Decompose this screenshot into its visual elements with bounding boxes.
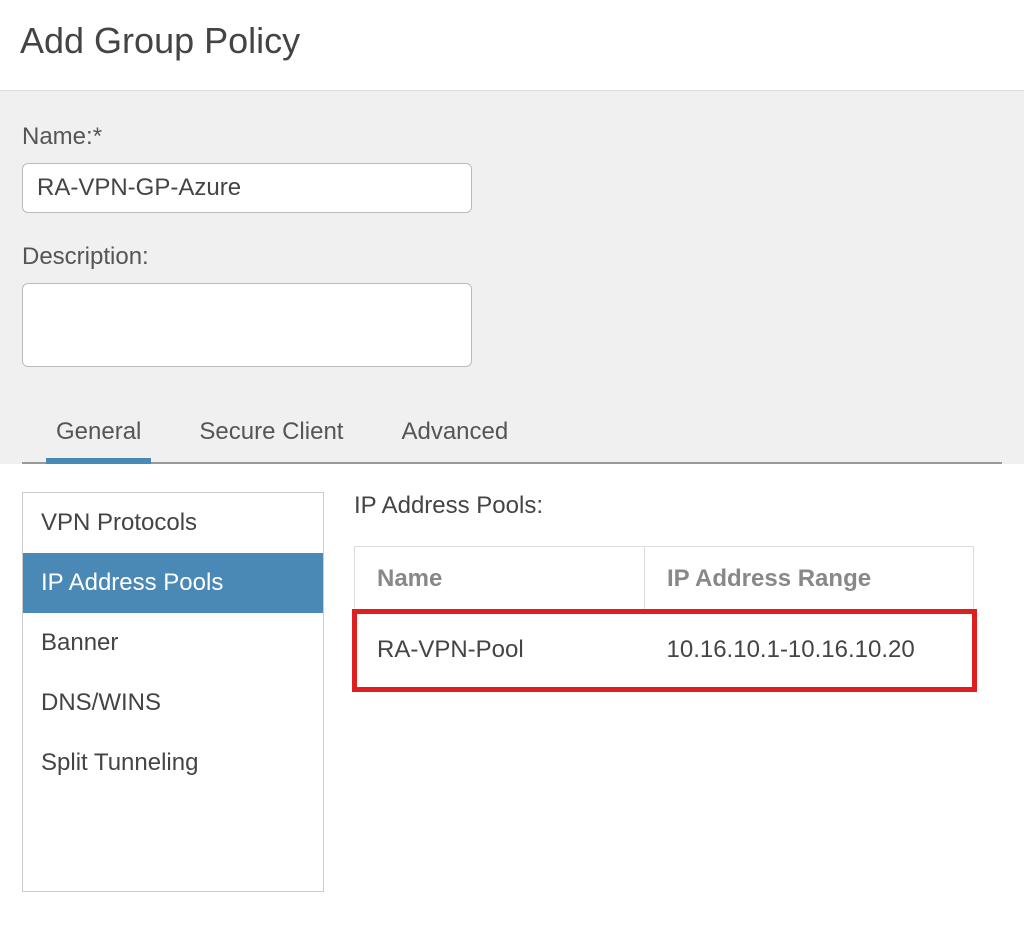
main-pane: IP Address Pools: Name IP Address Range … [324, 492, 1024, 892]
ip-pools-table: Name IP Address Range RA-VPN-Pool 10.16.… [354, 546, 974, 689]
name-field: Name:* [22, 123, 1002, 213]
dialog-header: Add Group Policy [0, 0, 1024, 90]
form-area: Name:* Description: General Secure Clien… [0, 90, 1024, 464]
name-input[interactable] [22, 163, 472, 213]
col-range: IP Address Range [645, 547, 974, 612]
pools-title: IP Address Pools: [354, 492, 1024, 520]
table-header-row: Name IP Address Range [355, 547, 974, 612]
sidebar-item-split-tunneling[interactable]: Split Tunneling [23, 733, 323, 793]
col-name: Name [355, 547, 645, 612]
tab-secure-client[interactable]: Secure Client [195, 412, 347, 462]
pool-range-cell: 10.16.10.1-10.16.10.20 [645, 612, 974, 689]
sidebar-item-banner[interactable]: Banner [23, 613, 323, 673]
dialog-title: Add Group Policy [20, 20, 1006, 62]
table-row[interactable]: RA-VPN-Pool 10.16.10.1-10.16.10.20 [355, 612, 974, 689]
pool-name-cell: RA-VPN-Pool [355, 612, 645, 689]
description-input[interactable] [22, 283, 472, 367]
description-field: Description: [22, 243, 1002, 372]
tab-content: VPN Protocols IP Address Pools Banner DN… [0, 464, 1024, 892]
side-nav: VPN Protocols IP Address Pools Banner DN… [22, 492, 324, 892]
description-label: Description: [22, 243, 1002, 271]
tab-general[interactable]: General [52, 412, 145, 462]
tab-advanced[interactable]: Advanced [397, 412, 512, 462]
sidebar-item-dns-wins[interactable]: DNS/WINS [23, 673, 323, 733]
tab-bar: General Secure Client Advanced [22, 402, 1002, 464]
name-label: Name:* [22, 123, 1002, 151]
sidebar-item-ip-address-pools[interactable]: IP Address Pools [23, 553, 323, 613]
sidebar-item-vpn-protocols[interactable]: VPN Protocols [23, 493, 323, 553]
